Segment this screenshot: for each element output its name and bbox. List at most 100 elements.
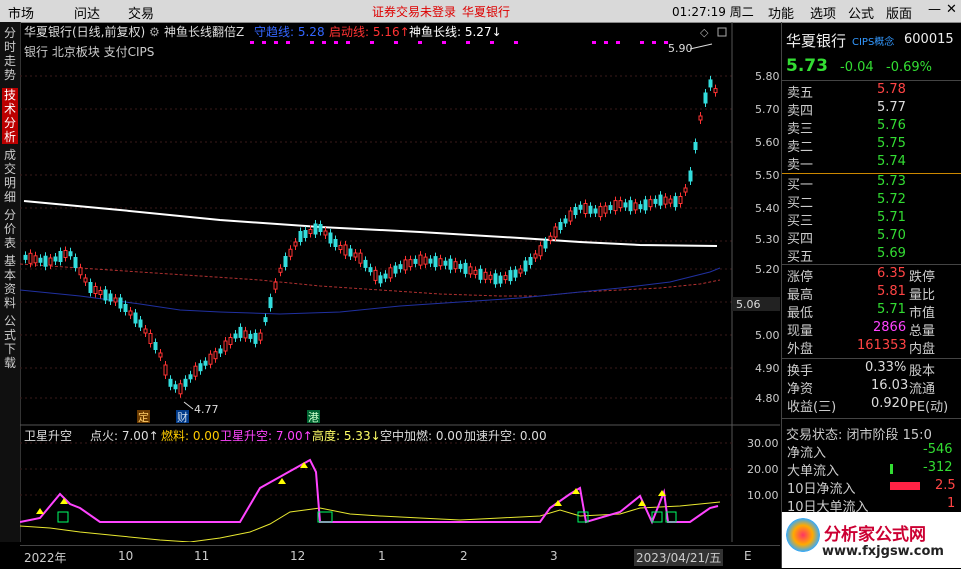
candle	[468, 266, 473, 275]
menu-layout[interactable]: 版面	[886, 3, 912, 22]
candle	[243, 330, 248, 339]
tab-profile[interactable]: 基本资料	[2, 254, 18, 310]
candle	[558, 222, 563, 230]
candle	[603, 205, 608, 214]
menu-ask[interactable]: 问达	[74, 3, 100, 22]
chart-settings-icon[interactable]: ⚙	[149, 25, 160, 39]
candle	[208, 353, 213, 365]
date-axis: 2022年 10 11 12 1 2 3 2023/04/21/五 E	[20, 545, 780, 569]
candle	[293, 241, 298, 247]
candle	[698, 115, 703, 121]
price-axis: 5.80 5.70 5.60 5.50 5.40 5.30 5.20 5.00 …	[755, 70, 780, 405]
stat-row-eps: 收益(三) 0.920 PE(动)	[787, 396, 949, 415]
price-tick: 4.90	[755, 362, 780, 375]
close-icon[interactable]: ✕	[946, 2, 957, 17]
candle	[683, 187, 688, 193]
ignite-markers	[57, 511, 677, 523]
candle	[418, 254, 423, 266]
login-notice[interactable]: 证券交易未登录	[372, 3, 456, 20]
ignite-value: 点火: 7.00↑	[90, 429, 159, 443]
bid-row-5: 买五 5.69	[787, 246, 906, 265]
trading-state: 交易状态: 闭市阶段 15:0	[786, 428, 932, 443]
candle	[203, 360, 208, 366]
tab-formula-download[interactable]: 公式下载	[2, 314, 18, 370]
candle	[68, 251, 73, 257]
menu-market[interactable]: 市场	[8, 3, 34, 22]
start-line-value: 启动线: 5.16↑	[329, 25, 410, 39]
long-line-value: 神鱼长线: 5.27↓	[409, 25, 502, 39]
candle	[358, 252, 363, 264]
flow-row-net: 净流入 -546	[787, 442, 953, 461]
candle	[313, 223, 318, 235]
left-tab-bar: 分时走势 技术分析 成交明细 分价表 基本资料 公式下载	[0, 22, 21, 542]
stat-row-limit: 涨停 6.35 跌停	[787, 266, 936, 285]
collapse-icon[interactable]: ◇	[700, 26, 709, 39]
candle	[483, 271, 488, 280]
stat-row-netasset: 净资 16.03 流通	[787, 378, 936, 397]
date-tick: E	[744, 549, 752, 563]
candle	[438, 258, 443, 267]
candle	[488, 274, 493, 280]
ask-row-4: 卖四 5.77	[787, 100, 906, 119]
candle	[613, 200, 618, 212]
menu-trade[interactable]: 交易	[128, 3, 154, 22]
candle	[598, 206, 603, 218]
tab-technical[interactable]: 技术分析	[2, 88, 18, 144]
candle	[153, 342, 158, 350]
lower-tick: 10.00	[747, 489, 779, 502]
menu-formula[interactable]: 公式	[848, 3, 874, 22]
candle	[493, 273, 498, 285]
candle	[713, 88, 718, 94]
price-tick: 5.20	[755, 263, 780, 276]
trend-line-value: 守趋线: 5.28	[254, 25, 325, 39]
candle	[523, 260, 528, 272]
menu-function[interactable]: 功能	[768, 3, 794, 22]
tab-intraday[interactable]: 分时走势	[2, 26, 18, 82]
flow-bar	[890, 464, 893, 474]
date-tick: 2022年	[24, 551, 67, 565]
minimize-icon[interactable]: —	[928, 2, 941, 17]
flow-row-big: 大单流入 -312	[787, 460, 953, 479]
tab-trades[interactable]: 成交明细	[2, 148, 18, 204]
candle	[503, 275, 508, 281]
date-tick: 1	[378, 549, 386, 563]
candle	[398, 264, 403, 270]
tab-price-table[interactable]: 分价表	[2, 208, 18, 250]
menu-options[interactable]: 选项	[810, 3, 836, 22]
candle	[98, 290, 103, 295]
concept-tag[interactable]: CIPS概念	[852, 33, 894, 48]
candle	[673, 196, 678, 208]
candle	[318, 224, 323, 232]
candlestick-chart[interactable]: 华夏银行(日线,前复权) ⚙ 神鱼长线翻倍Z 守趋线: 5.28 启动线: 5.…	[20, 22, 780, 542]
high-pointer	[689, 43, 713, 50]
candle	[258, 332, 263, 341]
candle	[423, 256, 428, 265]
candles	[23, 75, 718, 398]
price-tick: 5.70	[755, 103, 780, 116]
stat-row-high: 最高 5.81 量比	[787, 284, 936, 303]
candle	[103, 289, 108, 301]
candle	[193, 365, 198, 377]
candle	[578, 204, 583, 210]
candle	[178, 383, 183, 395]
accel-value: 加速升空: 0.00	[464, 429, 547, 443]
candle	[38, 257, 43, 263]
candle	[308, 229, 313, 234]
launch-value: 卫星升空: 7.00↑	[220, 429, 313, 443]
candle	[473, 269, 478, 275]
candle	[238, 326, 243, 338]
candle	[63, 250, 68, 258]
candle	[573, 207, 578, 215]
candle	[253, 332, 258, 344]
price-tick: 5.40	[755, 202, 780, 215]
candle	[128, 310, 133, 316]
candle	[48, 257, 53, 266]
window-icon[interactable]	[717, 27, 727, 37]
badge-gang-text: 港	[308, 411, 319, 424]
candle	[623, 202, 628, 208]
signal-dots	[250, 41, 668, 44]
price-tick: 5.00	[755, 329, 780, 342]
candle	[413, 258, 418, 264]
candle	[173, 384, 178, 390]
candle	[93, 286, 98, 294]
